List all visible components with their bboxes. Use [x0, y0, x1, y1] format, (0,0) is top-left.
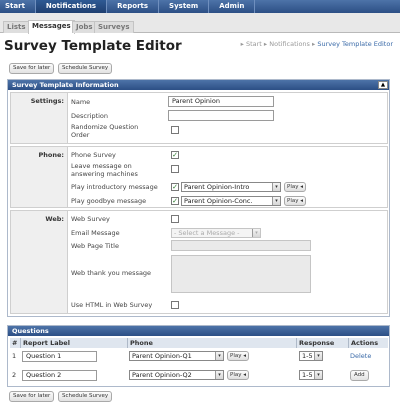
randomize-label: Randomize Question Order	[71, 123, 139, 139]
chevron-down-icon: ▾	[272, 197, 280, 205]
chevron-down-icon: ▾	[252, 229, 260, 237]
questions-title: Questions	[12, 327, 49, 335]
phone-label: Phone:	[38, 151, 65, 159]
web-survey-checkbox[interactable]	[171, 215, 179, 223]
settings-fields: Name Parent Opinion Description Randomiz…	[67, 93, 387, 143]
thank-you-message-textarea[interactable]	[171, 255, 311, 293]
randomize-checkbox[interactable]	[171, 126, 179, 134]
row-number: 1	[12, 352, 17, 360]
chevron-down-icon: ▾	[215, 371, 223, 379]
intro-message-select[interactable]: Parent Opinion-Intro ▾	[181, 182, 281, 192]
intro-message-value: Parent Opinion-Intro	[184, 183, 250, 191]
email-message-label: Email Message	[71, 229, 120, 237]
phone-message-value: Parent Opinion-Q2	[132, 371, 192, 379]
web-page-title-label: Web Page Title	[71, 242, 119, 250]
web-fields: Web Survey Email Message - Select a Mess…	[67, 211, 387, 313]
response-select[interactable]: 1-5 ▾	[299, 370, 323, 380]
thank-you-message-label: Web thank you message	[71, 269, 152, 277]
questions-panel: Questions # Report Label Phone Response …	[7, 325, 390, 387]
goodbye-message-select[interactable]: Parent Opinion-Conc. ▾	[181, 196, 281, 206]
goodbye-message-value: Parent Opinion-Conc.	[184, 197, 253, 205]
description-label: Description	[71, 112, 109, 120]
column-phone: Phone	[127, 338, 153, 348]
save-for-later-button[interactable]: Save for later	[9, 63, 55, 74]
email-message-placeholder: - Select a Message -	[174, 229, 240, 237]
goodbye-play-button[interactable]: Play ◂	[284, 196, 306, 206]
survey-info-panel: Survey Template Information ▲ Settings: …	[7, 79, 390, 317]
nav-reports[interactable]: Reports	[107, 0, 160, 13]
phone-message-select[interactable]: Parent Opinion-Q2 ▾	[129, 370, 224, 380]
phone-fields: Phone Survey ✓ Leave message on answerin…	[67, 147, 387, 207]
phone-message-value: Parent Opinion-Q1	[132, 352, 192, 360]
nav-admin[interactable]: Admin	[209, 0, 256, 13]
description-input[interactable]	[168, 110, 274, 121]
web-survey-label: Web Survey	[71, 215, 110, 223]
use-html-checkbox[interactable]	[171, 301, 179, 309]
top-nav: Start Notifications Reports System Admin	[0, 0, 400, 13]
breadcrumb-separator: ▸	[240, 40, 244, 48]
response-select[interactable]: 1-5 ▾	[299, 351, 323, 361]
breadcrumb-separator: ▸	[312, 40, 316, 48]
question-play-button[interactable]: Play ◂	[227, 351, 249, 361]
questions-header: Questions	[8, 326, 389, 336]
tab-lists[interactable]: Lists	[3, 21, 30, 33]
tab-messages[interactable]: Messages	[28, 20, 75, 34]
web-section: Web: Web Survey Email Message - Select a…	[10, 210, 388, 314]
leave-message-label: Leave message on answering machines	[71, 162, 138, 178]
panel-header: Survey Template Information ▲	[8, 80, 389, 90]
chevron-down-icon: ▾	[272, 183, 280, 191]
questions-table-header: # Report Label Phone Response Actions	[10, 338, 388, 348]
report-label-input[interactable]: Question 1	[22, 351, 97, 362]
page-title: Survey Template Editor	[4, 38, 182, 54]
column-number: #	[12, 339, 18, 347]
nav-start[interactable]: Start	[0, 0, 36, 13]
delete-link[interactable]: Delete	[350, 351, 371, 361]
chevron-down-icon: ▾	[314, 371, 322, 379]
intro-message-label: Play introductory message	[71, 183, 158, 191]
intro-play-button[interactable]: Play ◂	[284, 182, 306, 192]
column-report-label: Report Label	[20, 338, 70, 348]
web-page-title-input[interactable]	[171, 240, 311, 251]
leave-message-checkbox[interactable]	[171, 165, 179, 173]
chevron-down-icon: ▾	[314, 352, 322, 360]
name-label: Name	[71, 98, 91, 106]
response-value: 1-5	[302, 352, 313, 360]
email-message-select[interactable]: - Select a Message - ▾	[171, 228, 261, 238]
phone-message-select[interactable]: Parent Opinion-Q1 ▾	[129, 351, 224, 361]
nav-notifications[interactable]: Notifications	[35, 0, 108, 13]
save-for-later-button-bottom[interactable]: Save for later	[9, 391, 55, 402]
web-label: Web:	[45, 215, 64, 223]
breadcrumb-start[interactable]: Start	[246, 40, 262, 48]
phone-survey-label: Phone Survey	[71, 151, 116, 159]
schedule-survey-button[interactable]: Schedule Survey	[58, 63, 113, 74]
breadcrumb-notifications[interactable]: Notifications	[269, 40, 310, 48]
settings-label: Settings:	[30, 97, 64, 105]
name-input[interactable]: Parent Opinion	[168, 96, 274, 107]
intro-message-checkbox[interactable]: ✓	[171, 183, 179, 191]
column-actions: Actions	[348, 338, 378, 348]
add-question-button[interactable]: Add	[350, 370, 369, 381]
sub-nav: Lists Messages Jobs Surveys	[0, 13, 400, 34]
schedule-survey-button-bottom[interactable]: Schedule Survey	[58, 391, 113, 402]
row-number: 2	[12, 371, 17, 379]
goodbye-message-label: Play goodbye message	[71, 197, 147, 205]
breadcrumb-current: Survey Template Editor	[317, 40, 393, 48]
phone-section: Phone: Phone Survey ✓ Leave message on a…	[10, 146, 388, 208]
panel-title: Survey Template Information	[12, 81, 119, 89]
question-play-button[interactable]: Play ◂	[227, 370, 249, 380]
report-label-input[interactable]: Question 2	[22, 370, 97, 381]
tab-surveys[interactable]: Surveys	[94, 21, 134, 33]
chevron-down-icon: ▾	[215, 352, 223, 360]
breadcrumb: ▸ Start ▸ Notifications ▸ Survey Templat…	[241, 40, 393, 48]
settings-section: Settings: Name Parent Opinion Descriptio…	[10, 92, 388, 144]
collapse-icon[interactable]: ▲	[378, 81, 388, 89]
tab-jobs[interactable]: Jobs	[72, 21, 97, 33]
breadcrumb-separator: ▸	[263, 40, 268, 48]
phone-survey-checkbox[interactable]: ✓	[171, 151, 179, 159]
column-response: Response	[296, 338, 334, 348]
response-value: 1-5	[302, 371, 313, 379]
use-html-label: Use HTML in Web Survey	[71, 301, 153, 309]
nav-system[interactable]: System	[159, 0, 210, 13]
goodbye-message-checkbox[interactable]: ✓	[171, 197, 179, 205]
